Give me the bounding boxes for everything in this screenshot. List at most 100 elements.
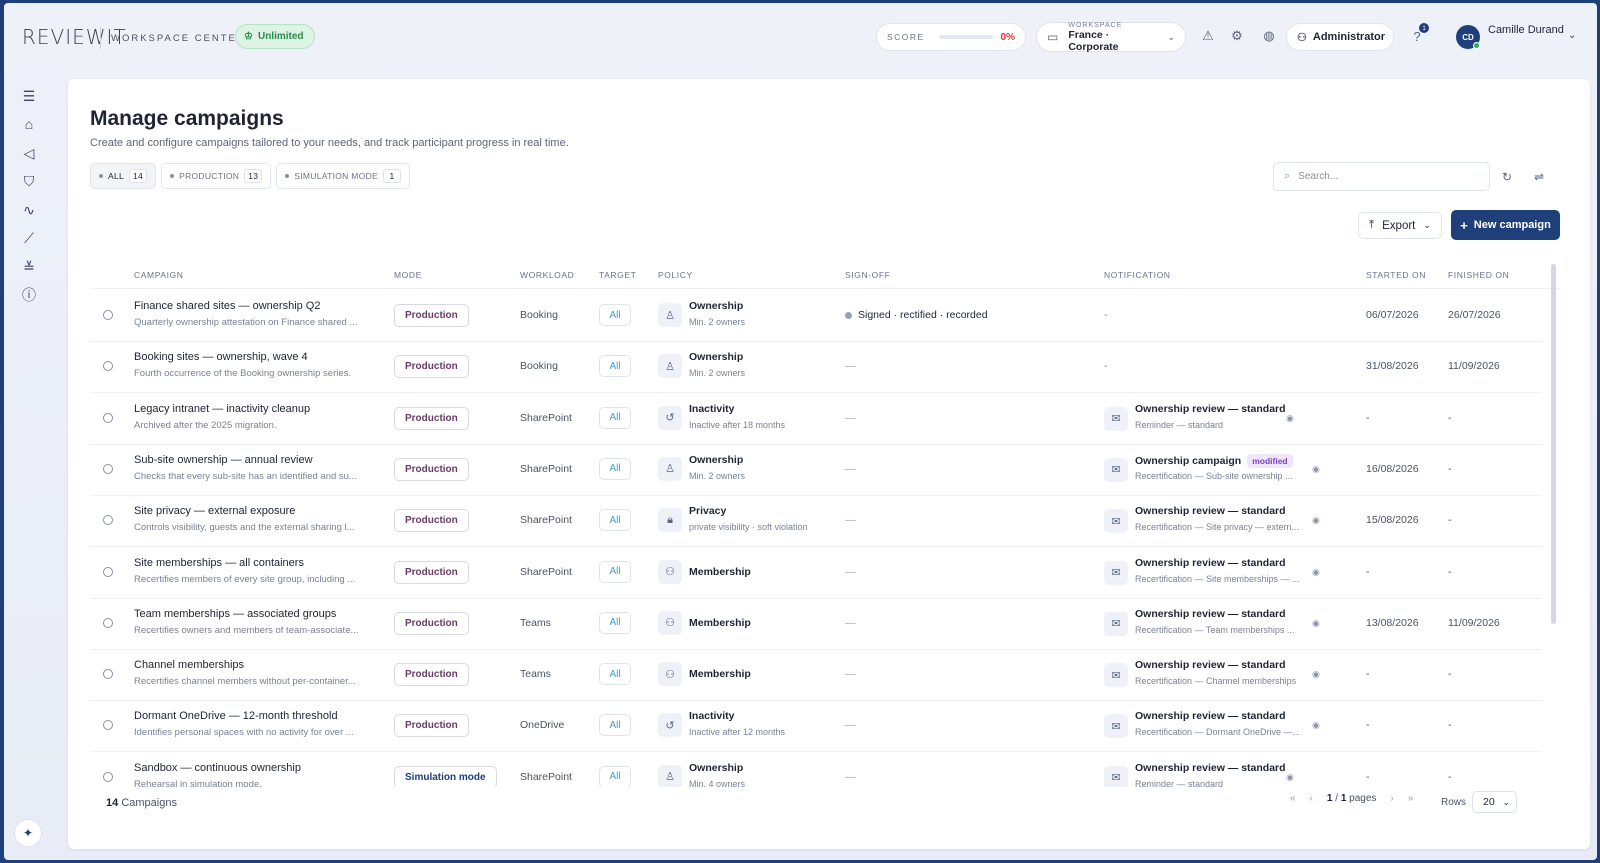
tab-all[interactable]: ALL 14 [90,163,157,189]
row-select-radio[interactable] [103,515,113,526]
preview-icon[interactable]: ◉ [1312,720,1320,731]
new-campaign-button[interactable]: + New campaign [1451,210,1560,240]
target-badge: All [599,611,631,634]
assistant-icon[interactable]: ✦ [14,819,42,847]
table-row[interactable]: Sandbox — continuous ownership Rehearsal… [90,752,1542,787]
finished-date: - [1448,668,1452,681]
policy-name: Ownership [689,761,744,774]
campaign-name[interactable]: Channel memberships [134,659,244,671]
table-row[interactable]: Site memberships — all containers Recert… [90,547,1542,599]
preview-icon[interactable]: ◉ [1286,413,1294,424]
row-select-radio[interactable] [103,463,113,474]
column-header[interactable]: SIGN-OFF [845,270,890,280]
first-page-icon[interactable]: « [1290,793,1296,804]
column-header[interactable]: CAMPAIGN [134,270,184,280]
search-input[interactable]: Search... [1298,171,1338,182]
finished-date: - [1448,514,1452,527]
info-icon[interactable]: ⓘ [20,286,38,304]
campaign-name[interactable]: Sandbox — continuous ownership [134,762,301,774]
sliders-icon[interactable]: ≚ [20,258,38,276]
mail-icon: ✉ [1104,765,1128,787]
tab-simulation-mode[interactable]: SIMULATION MODE 1 [276,163,410,189]
prev-page-icon[interactable]: ‹ [1310,793,1313,804]
rows-per-page-select[interactable]: 20 ⌄ [1472,791,1517,813]
pagination: « ‹ 1 / 1 pages › » [1290,793,1413,804]
table-row[interactable]: Channel memberships Recertifies channel … [90,649,1542,702]
column-header[interactable]: STARTED ON [1366,270,1426,280]
preview-icon[interactable]: ◉ [1312,567,1320,578]
policy-name: Membership [689,565,751,578]
row-select-radio[interactable] [103,361,113,372]
column-header[interactable]: POLICY [658,270,693,280]
campaign-name[interactable]: Site memberships — all containers [134,557,304,569]
row-select-radio[interactable] [103,771,113,782]
preview-icon[interactable]: ◉ [1312,515,1320,526]
row-select-radio[interactable] [103,669,113,680]
column-header[interactable]: NOTIFICATION [1104,270,1171,280]
notification-name: Ownership review — standard [1135,710,1286,722]
campaign-name[interactable]: Legacy intranet — inactivity cleanup [134,403,310,415]
table-row[interactable]: Finance shared sites — ownership Q2 Quar… [90,290,1542,342]
plan-badge: ♔ Unlimited [235,24,315,49]
mode-badge: Production [394,560,469,584]
campaign-name[interactable]: Team memberships — associated groups [134,608,336,620]
activity-icon[interactable]: ∿ [20,201,38,219]
chart-icon[interactable]: ⟋ [20,229,38,247]
campaign-description: Controls visibility, guests and the exte… [134,522,355,534]
campaign-name[interactable]: Site privacy — external exposure [134,505,295,517]
mail-icon: ✉ [1104,406,1128,431]
policy-name: Privacy [689,505,727,518]
preview-icon[interactable]: ◉ [1312,669,1320,680]
home-icon[interactable]: ⌂ [20,115,38,133]
campaign-name[interactable]: Booking sites — ownership, wave 4 [134,351,308,363]
preview-icon[interactable]: ◉ [1286,772,1294,783]
column-header[interactable]: TARGET [599,270,636,280]
alert-icon[interactable]: ⚠ [1200,28,1216,44]
user-icon: ♙ [658,764,682,787]
table-row[interactable]: Site privacy — external exposure Control… [90,495,1542,548]
row-select-radio[interactable] [103,566,113,577]
table-row[interactable]: Legacy intranet — inactivity cleanup Arc… [90,393,1542,445]
refresh-icon[interactable]: ↻ [1500,170,1514,184]
policy-detail: Min. 2 owners [689,368,746,379]
chevron-down-icon[interactable]: ⌄ [1568,30,1576,41]
role-button[interactable]: ⚇ Administrator [1286,23,1394,51]
last-page-icon[interactable]: » [1408,793,1414,804]
table-row[interactable]: Dormant OneDrive — 12-month threshold Id… [90,700,1542,753]
gear-icon[interactable]: ⚙ [1229,28,1245,44]
user-name[interactable]: Camille Durand [1488,24,1564,36]
scrollbar[interactable] [1551,264,1556,624]
policy-name: Ownership [689,300,744,312]
table-row[interactable]: Sub-site ownership — annual review Check… [90,444,1542,496]
campaign-name[interactable]: Dormant OneDrive — 12-month threshold [134,710,338,722]
column-header[interactable]: MODE [394,270,422,280]
score-value: 0% [1000,31,1015,43]
campaign-description: Identifies personal spaces with no activ… [134,727,354,739]
lock-icon: 🔒︎ [658,508,682,533]
megaphone-icon[interactable]: ◁ [20,144,38,162]
menu-icon[interactable]: ☰ [20,87,38,105]
globe-icon[interactable]: ◍ [1261,28,1277,44]
workspace-selector[interactable]: ▭ WORKSPACE France · Corporate ⌄ [1036,22,1186,53]
row-select-radio[interactable] [103,617,113,628]
tab-production[interactable]: PRODUCTION 13 [161,163,272,189]
table-row[interactable]: Booking sites — ownership, wave 4 Fourth… [90,341,1542,394]
next-page-icon[interactable]: › [1390,793,1393,804]
started-date: 15/08/2026 [1366,514,1419,527]
campaign-name[interactable]: Finance shared sites — ownership Q2 [134,300,320,312]
row-select-radio[interactable] [103,412,113,423]
preview-icon[interactable]: ◉ [1312,464,1320,475]
search-box[interactable]: ⌕ Search... [1273,162,1490,191]
preview-icon[interactable]: ◉ [1312,618,1320,629]
column-header[interactable]: FINISHED ON [1448,270,1509,280]
notification-name: Ownership review — standard [1135,659,1286,671]
row-select-radio[interactable] [103,720,113,731]
table-row[interactable]: Team memberships — associated groups Rec… [90,598,1542,650]
settings-sliders-icon[interactable]: ⇌ [1532,170,1546,184]
column-header[interactable]: WORKLOAD [520,270,574,280]
shield-icon[interactable]: ⛉ [20,172,38,190]
campaign-name[interactable]: Sub-site ownership — annual review [134,454,313,466]
export-button[interactable]: ⤒ Export ⌄ [1358,212,1442,239]
notification-name: Ownership campaign modified [1135,453,1293,468]
row-select-radio[interactable] [103,310,113,320]
